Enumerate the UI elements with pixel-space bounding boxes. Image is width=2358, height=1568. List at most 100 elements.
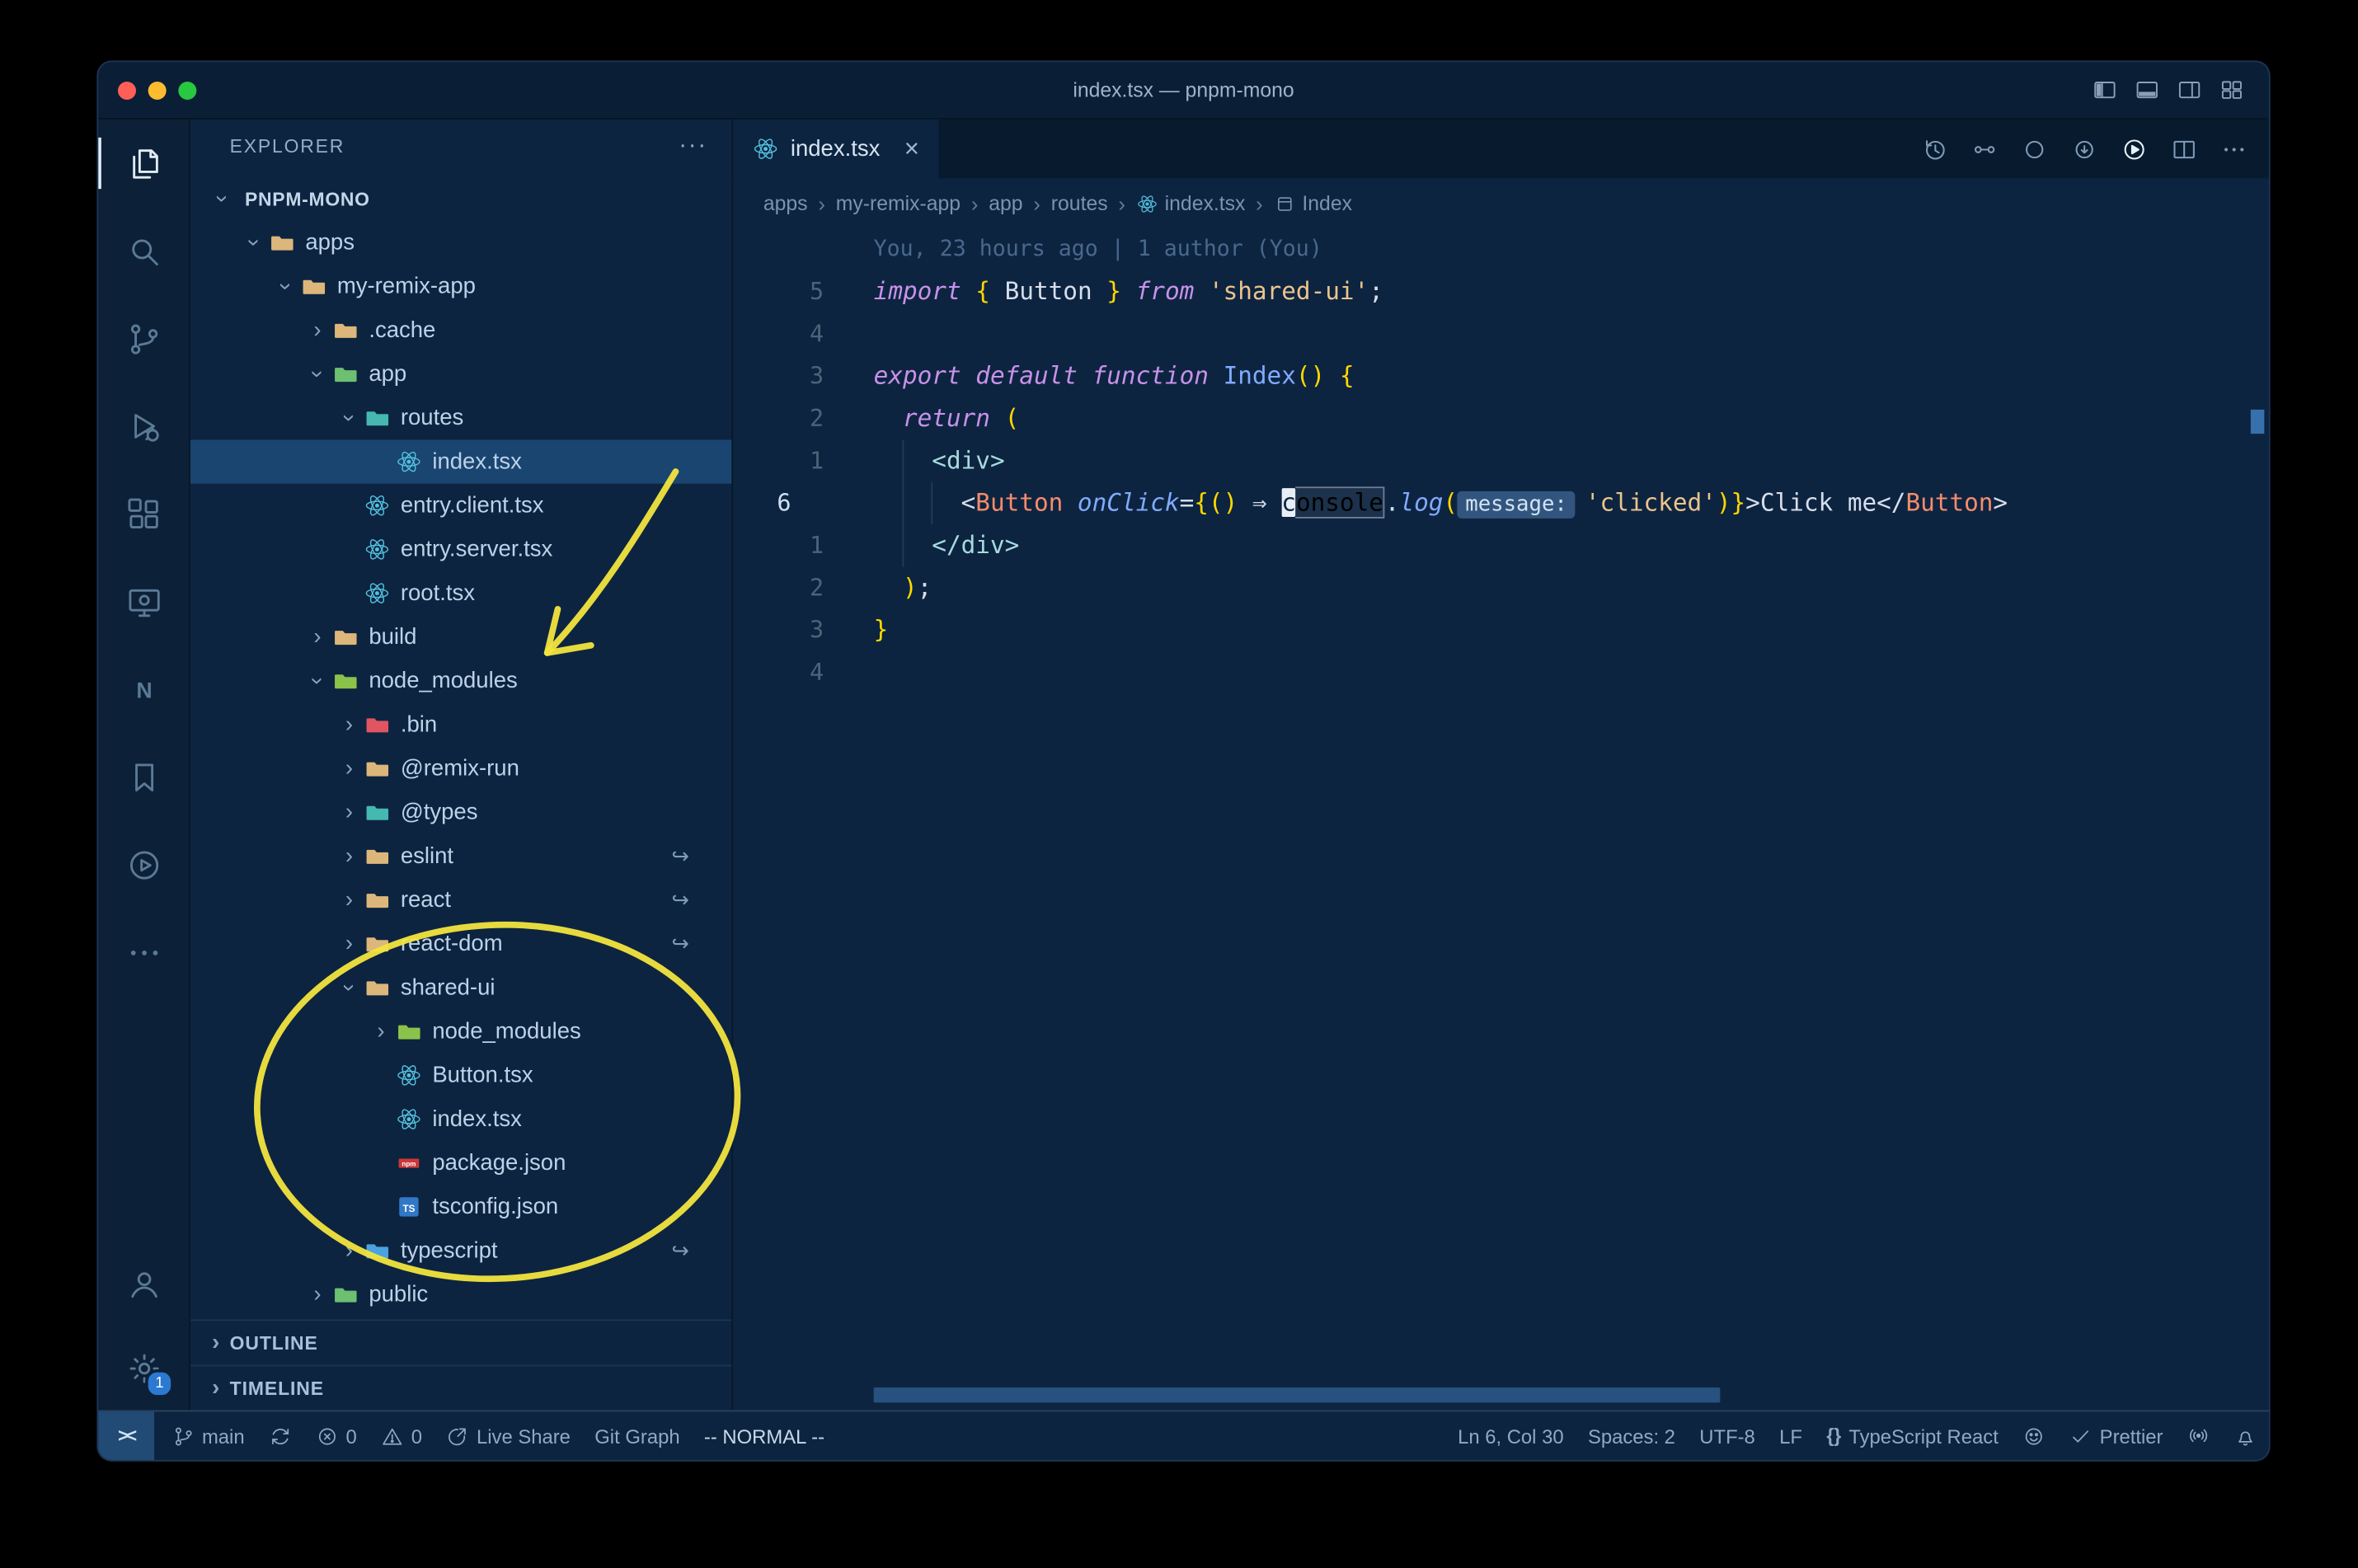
tree-item-index-tsx[interactable]: index.tsx	[190, 1097, 731, 1141]
tree-item-react-dom[interactable]: › react-dom ↪	[190, 922, 731, 965]
more-actions-icon[interactable]	[2220, 135, 2248, 162]
status-sync[interactable]	[256, 1411, 303, 1460]
activity-extensions-button[interactable]	[98, 470, 189, 557]
tree-item-tsconfig-json[interactable]: TS tsconfig.json	[190, 1185, 731, 1228]
react-icon	[394, 448, 423, 474]
run-circle-icon[interactable]	[2121, 135, 2148, 162]
activity-more-views-button[interactable]	[98, 908, 189, 996]
layout-grid-icon[interactable]	[2219, 77, 2244, 102]
tree-item-apps[interactable]: › apps	[190, 221, 731, 265]
tree-item--cache[interactable]: › .cache	[190, 308, 731, 352]
split-editor-icon[interactable]	[2171, 135, 2198, 162]
line-content: return (	[824, 397, 1019, 439]
status-smiley[interactable]	[2011, 1411, 2058, 1460]
code-editor[interactable]: You, 23 hours ago | 1 author (You) 5 impo…	[733, 228, 2269, 1411]
status-ln-6-col-30[interactable]: Ln 6, Col 30	[1445, 1411, 1576, 1460]
history-icon[interactable]	[1921, 135, 1948, 162]
breadcrumb-index-tsx[interactable]: index.tsx	[1136, 192, 1245, 214]
activity-explorer-button[interactable]	[98, 120, 189, 207]
status-live-share[interactable]: Live Share	[434, 1411, 583, 1460]
tree-item-index-tsx[interactable]: index.tsx	[190, 439, 732, 484]
explorer-sidebar: EXPLORER ··· › PNPM-MONO › apps › my-remix-ap…	[190, 119, 734, 1411]
breadcrumb-apps[interactable]: apps	[763, 192, 808, 214]
code-token: .	[1384, 488, 1400, 517]
tree-item--remix-run[interactable]: › @remix-run	[190, 747, 731, 791]
section-timeline[interactable]: › TIMELINE	[190, 1364, 732, 1410]
status-remote[interactable]: ><	[98, 1411, 154, 1460]
activity-nx-console-button[interactable]: N	[98, 646, 189, 733]
tree-item-shared-ui[interactable]: › shared-ui	[190, 965, 731, 1009]
layout-split-icon[interactable]	[2177, 77, 2202, 102]
tree-item-label: index.tsx	[432, 1106, 522, 1133]
breadcrumb-app[interactable]: app	[989, 192, 1022, 214]
tree-item-package-json[interactable]: npm package.json	[190, 1141, 731, 1185]
tree-item-entry-client-tsx[interactable]: entry.client.tsx	[190, 484, 731, 528]
tree-item-build[interactable]: › build	[190, 615, 731, 659]
tree-item-public[interactable]: › public	[190, 1273, 731, 1317]
tree-item-typescript[interactable]: › typescript ↪	[190, 1228, 731, 1272]
activity-accounts-button[interactable]	[98, 1241, 189, 1326]
section-outline[interactable]: › OUTLINE	[190, 1319, 732, 1364]
close-tab-button[interactable]: ×	[904, 136, 919, 162]
zoom-window-button[interactable]	[178, 81, 197, 100]
status-0[interactable]: 0	[303, 1411, 369, 1460]
tree-item-button-tsx[interactable]: Button.tsx	[190, 1054, 731, 1097]
react-icon	[363, 580, 392, 606]
account-icon	[124, 1265, 162, 1303]
tab-index-tsx[interactable]: index.tsx ×	[733, 119, 941, 179]
activity-code-runner-button[interactable]	[98, 820, 189, 908]
status-label: Prettier	[2099, 1424, 2163, 1448]
horizontal-scrollbar[interactable]	[873, 1387, 1721, 1403]
compare-icon[interactable]	[1971, 135, 1999, 162]
breadcrumb-index[interactable]: Index	[1274, 192, 1352, 214]
status-git-graph[interactable]: Git Graph	[583, 1411, 693, 1460]
tree-item-pnpm-mono[interactable]: › PNPM-MONO	[190, 176, 731, 220]
status-0[interactable]: 0	[369, 1411, 434, 1460]
breadcrumb-separator: ›	[1118, 190, 1126, 216]
tree-item--bin[interactable]: › .bin	[190, 702, 731, 746]
layout-panel-icon[interactable]	[2135, 77, 2160, 102]
layout-sidebar-icon[interactable]	[2092, 77, 2117, 102]
status-cast[interactable]	[2175, 1411, 2222, 1460]
status-bell[interactable]	[2222, 1411, 2269, 1460]
status-label: Git Graph	[594, 1424, 680, 1448]
tree-item--types[interactable]: › @types	[190, 791, 731, 834]
workbench: N 1 EXPLORER ··· › PNPM-MONO › apps › my-remi…	[98, 119, 2269, 1411]
tree-item-node-modules[interactable]: › node_modules	[190, 659, 731, 702]
activity-bookmarks-button[interactable]	[98, 733, 189, 820]
status-spaces-2[interactable]: Spaces: 2	[1576, 1411, 1687, 1460]
status-typescript-react[interactable]: {} TypeScript React	[1815, 1411, 2011, 1460]
tree-item-app[interactable]: › app	[190, 352, 731, 396]
breadcrumb-my-remix-app[interactable]: my-remix-app	[836, 192, 961, 214]
activity-live-preview-button[interactable]	[98, 557, 189, 645]
tree-item-eslint[interactable]: › eslint ↪	[190, 834, 731, 878]
circle-icon[interactable]	[2021, 135, 2048, 162]
minimize-window-button[interactable]	[148, 81, 167, 100]
status-prettier[interactable]: Prettier	[2057, 1411, 2175, 1460]
circle-arrow-icon[interactable]	[2071, 135, 2098, 162]
tree-item-node-modules[interactable]: › node_modules	[190, 1010, 731, 1054]
status-normal[interactable]: -- NORMAL --	[692, 1411, 836, 1460]
close-window-button[interactable]	[117, 81, 136, 100]
activity-run-debug-button[interactable]	[98, 383, 189, 470]
activity-source-control-button[interactable]	[98, 294, 189, 382]
tree-item-react[interactable]: › react ↪	[190, 878, 731, 922]
status-utf-8[interactable]: UTF-8	[1688, 1411, 1768, 1460]
tree-item-routes[interactable]: › routes	[190, 396, 731, 439]
more-icon	[124, 933, 162, 971]
tree-item-label: eslint	[400, 843, 454, 870]
activity-search-button[interactable]	[98, 207, 189, 294]
breadcrumb-routes[interactable]: routes	[1051, 192, 1108, 214]
tree-item-my-remix-app[interactable]: › my-remix-app	[190, 265, 731, 308]
explorer-more-actions-button[interactable]: ···	[679, 133, 707, 160]
status-lf[interactable]: LF	[1768, 1411, 1815, 1460]
line-content: <Button onClick={() ⇒ console .log(messag…	[824, 482, 2008, 524]
activity-settings-button[interactable]: 1	[98, 1326, 189, 1411]
status-label: 0	[345, 1424, 357, 1448]
status-main[interactable]: main	[160, 1411, 257, 1460]
tree-item-root-tsx[interactable]: root.tsx	[190, 571, 731, 615]
code-token: from	[1135, 276, 1195, 306]
tree-item-entry-server-tsx[interactable]: entry.server.tsx	[190, 528, 731, 571]
liveshare-icon	[446, 1425, 469, 1448]
